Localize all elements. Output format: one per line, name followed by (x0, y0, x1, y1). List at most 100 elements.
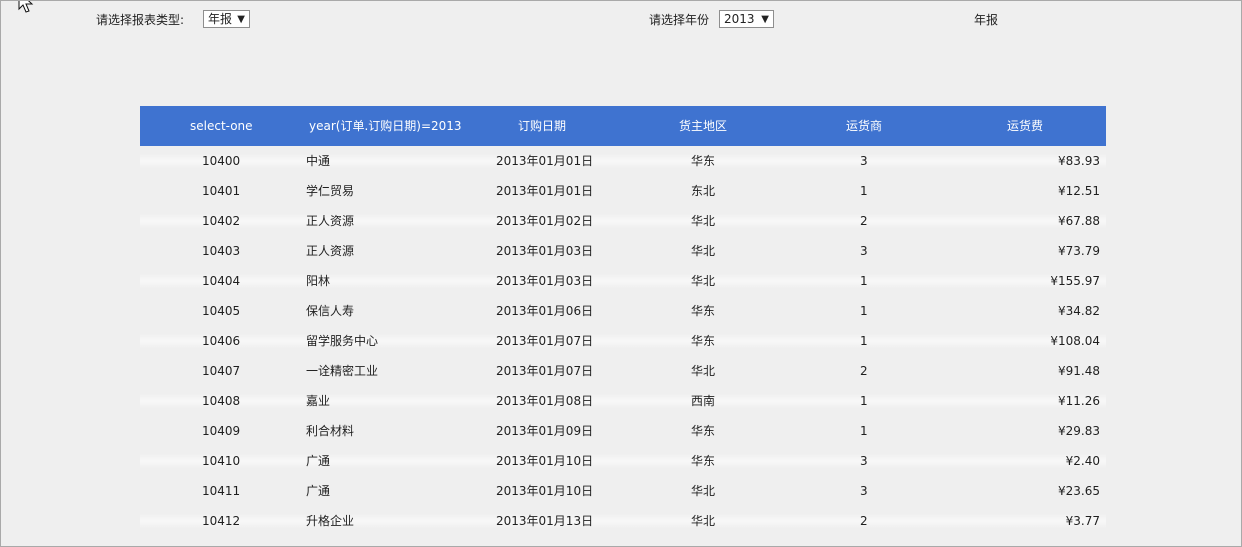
order-id: 10406 (202, 334, 241, 348)
year-select-value: 2013 (724, 12, 755, 26)
shipper-region: 华北 (691, 244, 716, 258)
customer-name: 广通 (306, 484, 331, 498)
table-row: 10412 升格企业 2013年01月13日 华北 2 ¥3.77 (140, 506, 1106, 536)
shipper-region: 华东 (691, 424, 716, 438)
carrier: 2 (860, 514, 868, 528)
order-id: 10402 (202, 214, 241, 228)
freight: ¥108.04 (1050, 334, 1100, 348)
carrier: 3 (860, 154, 868, 168)
table-row: 10403 正人资源 2013年01月03日 华北 3 ¥73.79 (140, 236, 1106, 266)
shipper-region: 华东 (691, 334, 716, 348)
order-date: 2013年01月02日 (496, 214, 594, 228)
customer-name: 阳林 (306, 274, 331, 288)
table-row: 10400 中通 2013年01月01日 华东 3 ¥83.93 (140, 146, 1106, 176)
carrier: 1 (860, 394, 868, 408)
carrier: 1 (860, 424, 868, 438)
order-date: 2013年01月09日 (496, 424, 594, 438)
freight: ¥73.79 (1058, 244, 1100, 258)
order-date: 2013年01月03日 (496, 274, 594, 288)
customer-name: 保信人寿 (306, 304, 355, 318)
order-id: 10403 (202, 244, 241, 258)
customer-name: 学仁贸易 (306, 184, 355, 198)
header-shipper-region: 货主地区 (679, 119, 728, 133)
shipper-region: 西南 (691, 394, 716, 408)
order-id: 10409 (202, 424, 241, 438)
freight: ¥91.48 (1058, 364, 1100, 378)
order-id: 10405 (202, 304, 241, 318)
freight: ¥155.97 (1050, 274, 1100, 288)
freight: ¥29.83 (1058, 424, 1100, 438)
dropdown-arrow-icon: ▼ (237, 14, 245, 25)
carrier: 3 (860, 244, 868, 258)
freight: ¥3.77 (1065, 514, 1100, 528)
shipper-region: 华东 (691, 304, 716, 318)
table-row: 10410 广通 2013年01月10日 华东 3 ¥2.40 (140, 446, 1106, 476)
table-row: 10409 利合材料 2013年01月09日 华东 1 ¥29.83 (140, 416, 1106, 446)
order-date: 2013年01月01日 (496, 184, 594, 198)
order-id: 10404 (202, 274, 241, 288)
header-select-one: select-one (190, 119, 253, 133)
customer-name: 一诠精密工业 (306, 364, 379, 378)
order-date: 2013年01月07日 (496, 364, 594, 378)
header-order-date: 订购日期 (518, 119, 567, 133)
carrier: 1 (860, 304, 868, 318)
order-id: 10407 (202, 364, 241, 378)
orders-table: select-one year(订单.订购日期)=2013 订购日期 货主地区 … (140, 106, 1106, 536)
customer-name: 升格企业 (306, 514, 355, 528)
customer-name: 留学服务中心 (306, 334, 379, 348)
freight: ¥11.26 (1058, 394, 1100, 408)
carrier: 3 (860, 484, 868, 498)
freight: ¥2.40 (1065, 454, 1100, 468)
order-date: 2013年01月06日 (496, 304, 594, 318)
shipper-region: 东北 (691, 184, 716, 198)
table-row: 10408 嘉业 2013年01月08日 西南 1 ¥11.26 (140, 386, 1106, 416)
order-date: 2013年01月08日 (496, 394, 594, 408)
customer-name: 利合材料 (306, 424, 355, 438)
customer-name: 中通 (306, 154, 331, 168)
table-row: 10402 正人资源 2013年01月02日 华北 2 ¥67.88 (140, 206, 1106, 236)
order-id: 10410 (202, 454, 241, 468)
dropdown-arrow-icon: ▼ (761, 14, 769, 25)
report-type-select[interactable]: 年报 ▼ (203, 10, 250, 28)
carrier: 1 (860, 274, 868, 288)
freight: ¥83.93 (1058, 154, 1100, 168)
table-row: 10405 保信人寿 2013年01月06日 华东 1 ¥34.82 (140, 296, 1106, 326)
order-date: 2013年01月13日 (496, 514, 594, 528)
freight: ¥67.88 (1058, 214, 1100, 228)
table-row: 10406 留学服务中心 2013年01月07日 华东 1 ¥108.04 (140, 326, 1106, 356)
order-id: 10400 (202, 154, 241, 168)
customer-name: 正人资源 (306, 244, 355, 258)
customer-name: 嘉业 (306, 394, 331, 408)
shipper-region: 华北 (691, 484, 716, 498)
order-id: 10408 (202, 394, 241, 408)
shipper-region: 华北 (691, 274, 716, 288)
report-type-select-value: 年报 (208, 12, 233, 26)
header-freight: 运货费 (1007, 119, 1044, 133)
table-body: 10400 中通 2013年01月01日华东 3 ¥83.93 10401 学仁贸易 201… (140, 146, 1106, 536)
table-header-row: select-one year(订单.订购日期)=2013 订购日期 货主地区 … (140, 106, 1106, 146)
carrier: 2 (860, 364, 868, 378)
order-date: 2013年01月10日 (496, 484, 594, 498)
freight: ¥23.65 (1058, 484, 1100, 498)
order-date: 2013年01月01日 (496, 154, 594, 168)
shipper-region: 华东 (691, 454, 716, 468)
table-row: 10407 一诠精密工业 2013年01月07日 华北 2 ¥91.48 (140, 356, 1106, 386)
header-carrier: 运货商 (846, 119, 883, 133)
order-id: 10411 (202, 484, 241, 498)
header-year-filter: year(订单.订购日期)=2013 (309, 119, 462, 133)
customer-name: 广通 (306, 454, 331, 468)
order-id: 10401 (202, 184, 241, 198)
year-label: 请选择年份 (649, 13, 710, 27)
year-select[interactable]: 2013 ▼ (719, 10, 774, 28)
table-row: 10404 阳林 2013年01月03日 华北 1 ¥155.97 (140, 266, 1106, 296)
order-date: 2013年01月10日 (496, 454, 594, 468)
shipper-region: 华北 (691, 214, 716, 228)
report-mode-text: 年报 (974, 13, 999, 27)
freight: ¥12.51 (1058, 184, 1100, 198)
table-row: 10401 学仁贸易 2013年01月01日 东北 1 ¥12.51 (140, 176, 1106, 206)
shipper-region: 华北 (691, 364, 716, 378)
arrow-cursor-icon (18, 1, 34, 13)
order-id: 10412 (202, 514, 241, 528)
customer-name: 正人资源 (306, 214, 355, 228)
shipper-region: 华北 (691, 514, 716, 528)
